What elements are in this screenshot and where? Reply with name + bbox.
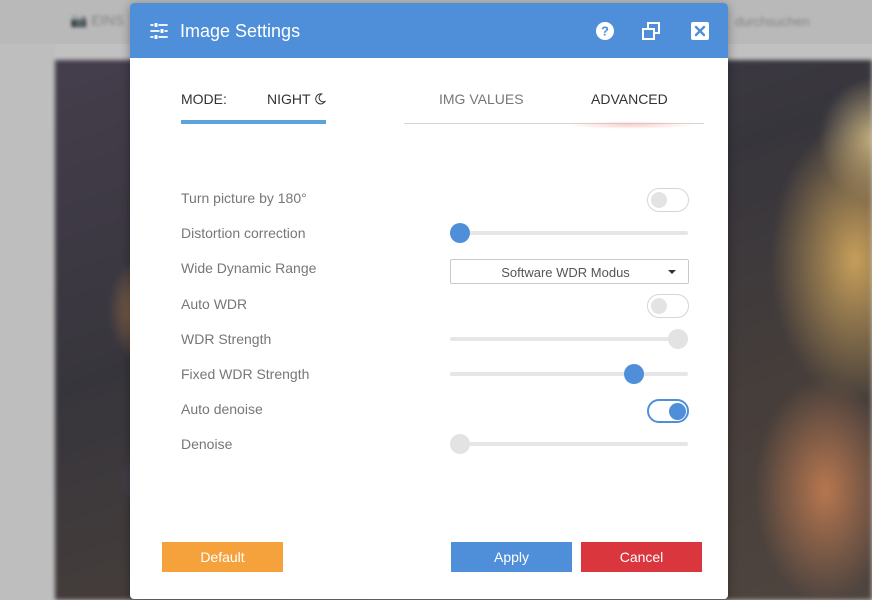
auto-wdr-label: Auto WDR [181, 296, 248, 312]
denoise-label: Denoise [181, 436, 233, 452]
mode-selector[interactable]: NIGHT [267, 91, 327, 107]
turn-picture-label: Turn picture by 180° [181, 190, 307, 206]
slider-track [450, 442, 688, 446]
tab-img-values[interactable]: IMG VALUES [439, 91, 524, 107]
sliders-icon [150, 22, 168, 40]
slider-track [450, 372, 688, 376]
wdr-mode-selected: Software WDR Modus [501, 265, 630, 280]
wdr-strength-label: WDR Strength [181, 331, 272, 347]
toggle-knob [669, 403, 686, 420]
mode-value: NIGHT [267, 91, 311, 107]
denoise-slider[interactable] [450, 434, 688, 454]
cancel-button[interactable]: Cancel [581, 542, 702, 572]
chevron-down-icon [668, 270, 676, 274]
dialog-title: Image Settings [180, 21, 301, 41]
tab-advanced[interactable]: ADVANCED [591, 91, 668, 107]
wdr-label: Wide Dynamic Range [181, 260, 317, 276]
svg-text:?: ? [601, 24, 609, 39]
image-settings-dialog: Image Settings ? MODE: NIGHT IMG VALUES … [130, 3, 728, 599]
default-button[interactable]: Default [162, 542, 283, 572]
mode-label: MODE: [181, 91, 227, 107]
slider-thumb[interactable] [450, 223, 470, 243]
auto-denoise-label: Auto denoise [181, 401, 263, 417]
turn-picture-toggle[interactable] [647, 188, 689, 212]
distortion-correction-label: Distortion correction [181, 225, 306, 241]
wdr-mode-select[interactable]: Software WDR Modus [450, 259, 689, 284]
mode-underline [181, 120, 326, 124]
slider-track [450, 231, 688, 235]
apply-button[interactable]: Apply [451, 542, 572, 572]
tab-advanced-indicator [566, 121, 696, 129]
slider-thumb[interactable] [624, 364, 645, 384]
help-icon[interactable]: ? [594, 20, 616, 42]
moon-icon [315, 93, 327, 105]
toggle-knob [651, 298, 667, 314]
dialog-header: Image Settings ? [130, 3, 728, 58]
toggle-knob [651, 192, 667, 208]
auto-wdr-toggle[interactable] [647, 294, 689, 318]
slider-track [450, 337, 688, 341]
fixed-wdr-strength-label: Fixed WDR Strength [181, 366, 310, 382]
restore-icon[interactable] [640, 20, 662, 42]
slider-thumb[interactable] [450, 434, 470, 454]
wdr-strength-slider[interactable] [450, 329, 688, 349]
fixed-wdr-strength-slider[interactable] [450, 364, 688, 384]
slider-thumb[interactable] [668, 329, 688, 349]
distortion-correction-slider[interactable] [450, 223, 688, 243]
close-icon[interactable] [689, 20, 711, 42]
auto-denoise-toggle[interactable] [647, 399, 689, 423]
